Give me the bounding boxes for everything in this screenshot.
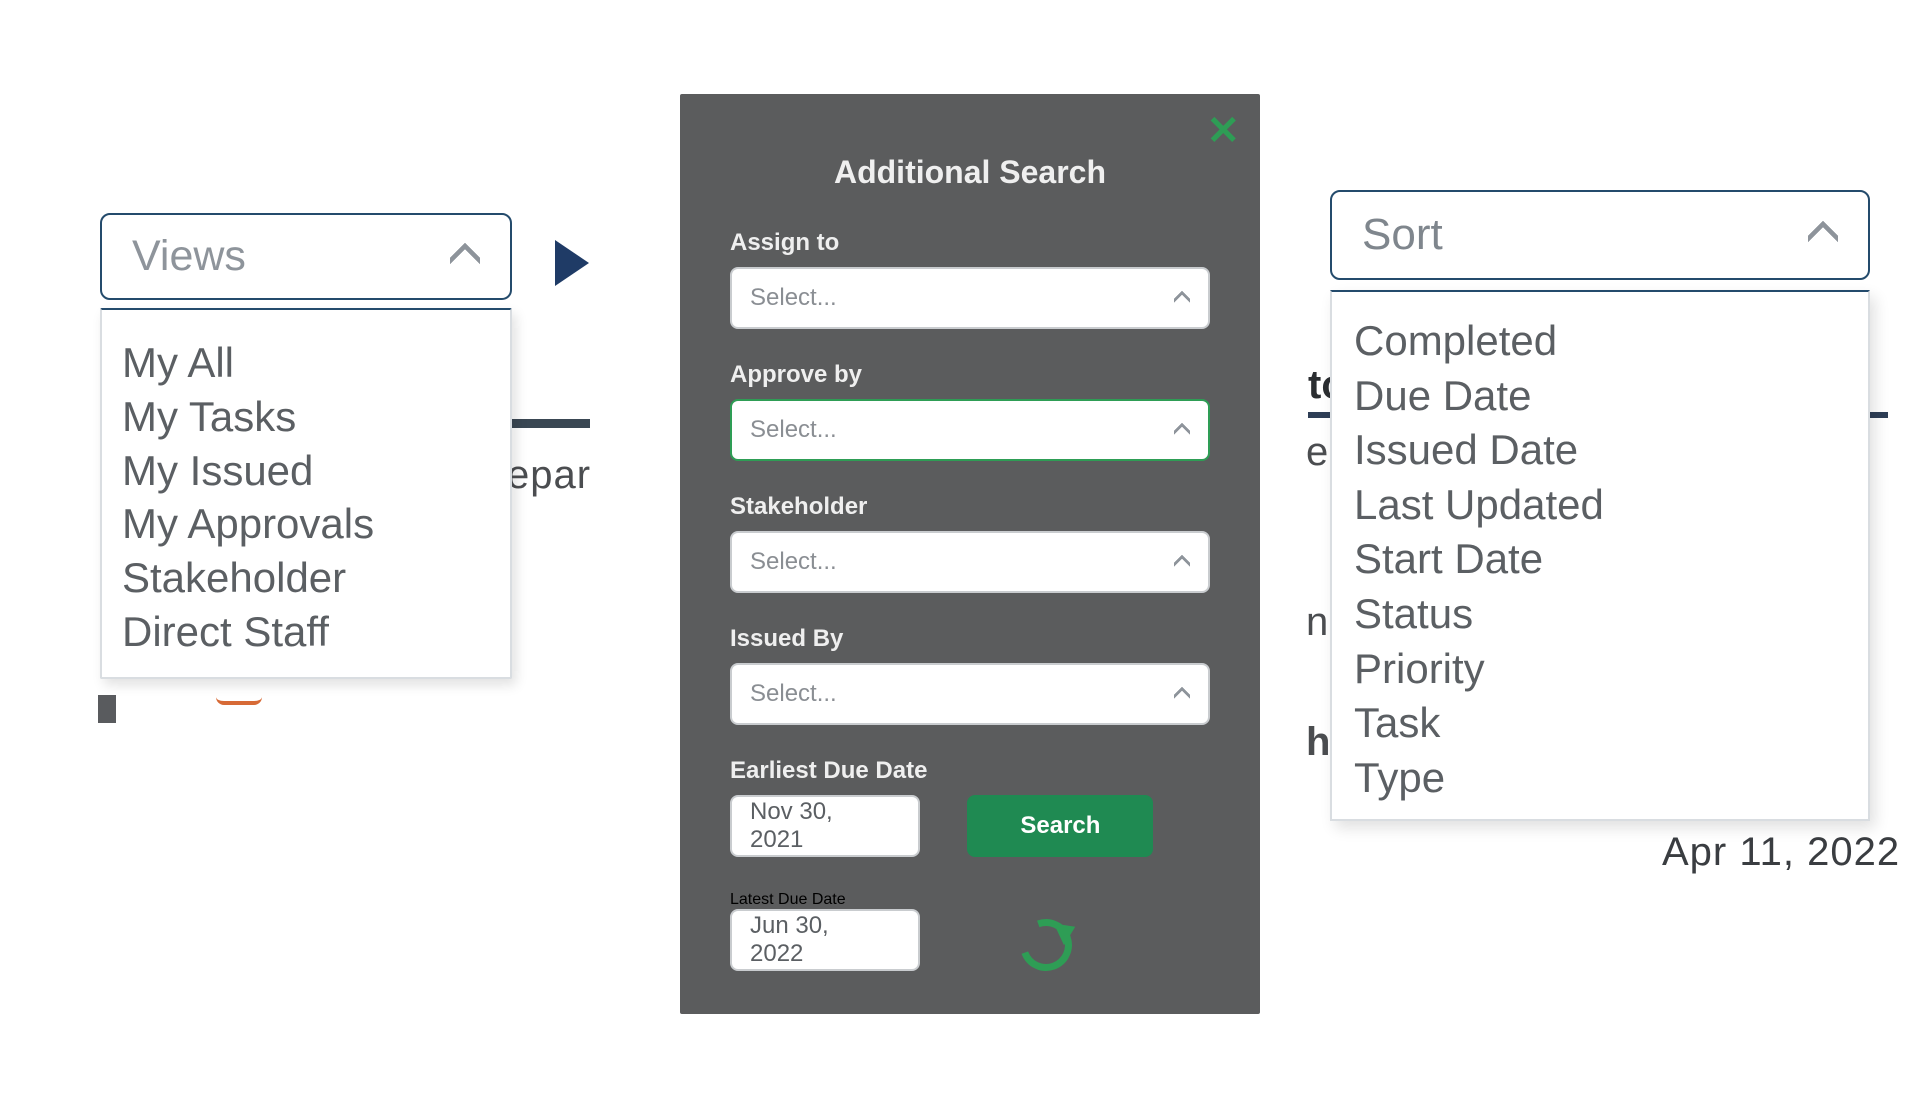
sort-option[interactable]: Completed xyxy=(1354,314,1846,369)
earliest-due-date-field: Earliest Due Date Nov 30, 2021 xyxy=(730,757,927,857)
sort-option[interactable]: Status xyxy=(1354,587,1846,642)
views-option[interactable]: Direct Staff xyxy=(122,605,490,659)
sort-option[interactable]: Priority xyxy=(1354,642,1846,697)
stakeholder-select[interactable]: Select... xyxy=(730,531,1210,593)
sort-option[interactable]: Type xyxy=(1354,751,1846,806)
assign-to-select[interactable]: Select... xyxy=(730,267,1210,329)
assign-to-value: Select... xyxy=(750,284,837,312)
refresh-icon[interactable] xyxy=(1011,910,1080,979)
chevron-down-icon xyxy=(1174,420,1190,436)
issued-by-label: Issued By xyxy=(730,625,1210,653)
assign-to-field: Assign to Select... xyxy=(730,229,1210,329)
latest-due-date-input[interactable]: Jun 30, 2022 xyxy=(730,909,920,971)
approve-by-field: Approve by Select... xyxy=(730,361,1210,461)
background-block xyxy=(98,695,116,723)
latest-due-date-value: Jun 30, 2022 xyxy=(750,912,874,968)
background-date-text: Apr 11, 2022 xyxy=(1662,830,1900,875)
views-option[interactable]: My All xyxy=(122,336,490,390)
stakeholder-label: Stakeholder xyxy=(730,493,1210,521)
latest-due-date-field: Latest Due Date Jun 30, 2022 xyxy=(730,891,920,971)
approve-by-label: Approve by xyxy=(730,361,1210,389)
issued-by-value: Select... xyxy=(750,680,837,708)
close-icon[interactable]: ✕ xyxy=(1206,108,1240,154)
issued-by-select[interactable]: Select... xyxy=(730,663,1210,725)
search-button[interactable]: Search xyxy=(967,795,1153,857)
latest-due-date-label: Latest Due Date xyxy=(730,891,846,908)
approve-by-select[interactable]: Select... xyxy=(730,399,1210,461)
spellcheck-squiggle xyxy=(216,697,262,705)
background-text: h xyxy=(1306,720,1330,765)
earliest-due-date-input[interactable]: Nov 30, 2021 xyxy=(730,795,920,857)
earliest-due-date-label: Earliest Due Date xyxy=(730,757,927,785)
sort-dropdown-toggle[interactable]: Sort xyxy=(1330,190,1870,280)
sort-option[interactable]: Last Updated xyxy=(1354,478,1846,533)
background-text: n xyxy=(1306,600,1328,645)
background-text-epar: epar xyxy=(507,453,591,498)
sort-dropdown-list: Completed Due Date Issued Date Last Upda… xyxy=(1330,290,1870,821)
views-dropdown-toggle[interactable]: Views xyxy=(100,213,512,300)
views-dropdown: Views My All My Tasks My Issued My Appro… xyxy=(100,213,512,679)
sort-option[interactable]: Start Date xyxy=(1354,532,1846,587)
views-option[interactable]: My Issued xyxy=(122,444,490,498)
chevron-down-icon xyxy=(1174,552,1190,568)
sort-option[interactable]: Due Date xyxy=(1354,369,1846,424)
issued-by-field: Issued By Select... xyxy=(730,625,1210,725)
views-dropdown-list: My All My Tasks My Issued My Approvals S… xyxy=(100,308,512,679)
background-text: e xyxy=(1306,430,1328,475)
approve-by-value: Select... xyxy=(750,416,837,444)
views-dropdown-label: Views xyxy=(132,232,246,281)
chevron-down-icon xyxy=(1174,288,1190,304)
chevron-down-icon xyxy=(1174,684,1190,700)
stakeholder-value: Select... xyxy=(750,548,837,576)
panel-title: Additional Search xyxy=(730,154,1210,191)
additional-search-panel: ✕ Additional Search Assign to Select... … xyxy=(680,94,1260,1014)
stakeholder-field: Stakeholder Select... xyxy=(730,493,1210,593)
views-option[interactable]: My Tasks xyxy=(122,390,490,444)
assign-to-label: Assign to xyxy=(730,229,1210,257)
sort-dropdown-label: Sort xyxy=(1362,210,1443,260)
play-icon[interactable] xyxy=(555,240,589,286)
chevron-down-icon xyxy=(450,238,480,268)
sort-dropdown: Sort Completed Due Date Issued Date Last… xyxy=(1330,190,1870,821)
chevron-down-icon xyxy=(1808,216,1838,246)
earliest-due-date-value: Nov 30, 2021 xyxy=(750,798,874,854)
views-option[interactable]: My Approvals xyxy=(122,497,490,551)
sort-option[interactable]: Issued Date xyxy=(1354,423,1846,478)
sort-option[interactable]: Task xyxy=(1354,696,1846,751)
views-option[interactable]: Stakeholder xyxy=(122,551,490,605)
